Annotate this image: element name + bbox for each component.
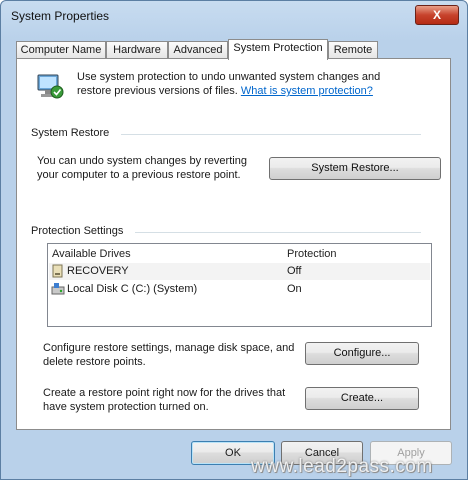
tab-computer-name[interactable]: Computer Name bbox=[16, 41, 106, 59]
drive-name: Local Disk C (C:) (System) bbox=[67, 283, 198, 295]
drive-name: RECOVERY bbox=[67, 265, 129, 277]
create-button[interactable]: Create... bbox=[305, 387, 419, 410]
configure-button[interactable]: Configure... bbox=[305, 342, 419, 365]
system-protection-icon bbox=[35, 71, 65, 101]
protection-settings-heading: Protection Settings bbox=[31, 225, 124, 237]
tab-advanced[interactable]: Advanced bbox=[168, 41, 228, 59]
protection-settings-divider bbox=[135, 232, 421, 233]
available-drives-list: Available Drives Protection RECOVERY Off… bbox=[47, 243, 432, 327]
column-header-available-drives[interactable]: Available Drives bbox=[52, 248, 131, 260]
drive-icon bbox=[51, 264, 65, 278]
system-protection-panel: Use system protection to undo unwanted s… bbox=[16, 58, 451, 430]
intro-text-line2-text: restore previous versions of files. bbox=[77, 85, 238, 97]
system-restore-desc-line1: You can undo system changes by reverting bbox=[37, 155, 247, 167]
create-desc-line2: have system protection turned on. bbox=[43, 401, 209, 413]
create-desc-line1: Create a restore point right now for the… bbox=[43, 387, 286, 399]
configure-desc-line2: delete restore points. bbox=[43, 356, 146, 368]
close-icon: X bbox=[432, 8, 441, 22]
system-restore-desc-line2: your computer to a previous restore poin… bbox=[37, 169, 241, 181]
window-title: System Properties bbox=[11, 9, 110, 23]
tab-hardware[interactable]: Hardware bbox=[106, 41, 168, 59]
system-properties-window: System Properties X Computer Name Hardwa… bbox=[0, 0, 468, 480]
system-restore-heading: System Restore bbox=[31, 127, 110, 139]
tab-system-protection[interactable]: System Protection bbox=[228, 39, 328, 60]
column-header-protection[interactable]: Protection bbox=[287, 248, 337, 260]
drive-protection-status: Off bbox=[287, 265, 302, 277]
system-restore-button[interactable]: System Restore... bbox=[269, 157, 441, 180]
intro-text-line2: restore previous versions of files. What… bbox=[77, 85, 373, 97]
what-is-system-protection-link[interactable]: What is system protection? bbox=[241, 85, 373, 97]
title-bar[interactable]: System Properties X bbox=[1, 1, 467, 31]
system-restore-divider bbox=[121, 134, 421, 135]
system-drive-icon bbox=[51, 282, 65, 296]
configure-desc-line1: Configure restore settings, manage disk … bbox=[43, 342, 295, 354]
intro-text-line1: Use system protection to undo unwanted s… bbox=[77, 71, 381, 83]
drive-protection-status: On bbox=[287, 283, 302, 295]
drive-row[interactable]: RECOVERY Off bbox=[49, 263, 430, 280]
tab-remote[interactable]: Remote bbox=[328, 41, 378, 59]
close-button[interactable]: X bbox=[415, 5, 459, 25]
drive-row[interactable]: Local Disk C (C:) (System) On bbox=[49, 281, 430, 298]
watermark-text: www.lead2pass.com bbox=[251, 456, 433, 477]
